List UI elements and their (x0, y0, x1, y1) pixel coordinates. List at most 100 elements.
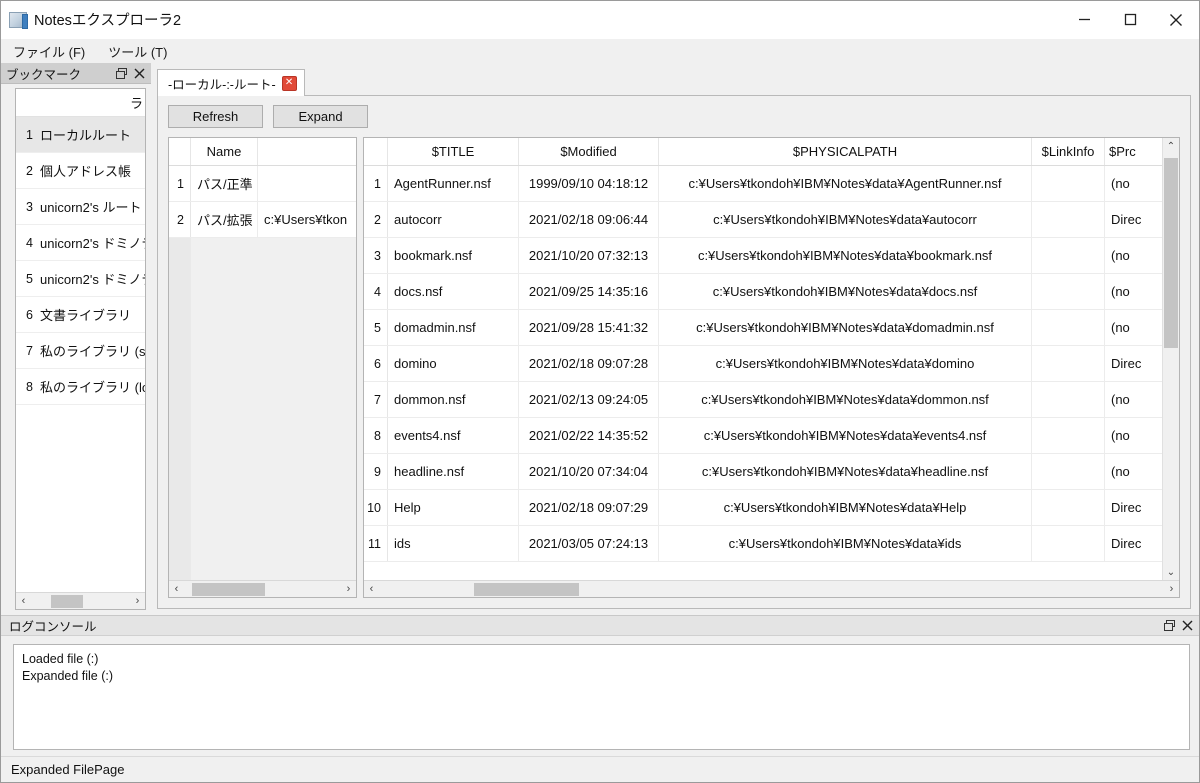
table-row[interactable]: 11 ids 2021/03/05 07:24:13 c:¥Users¥tkon… (364, 526, 1162, 562)
database-grid-columns: $TITLE $Modified $PHYSICALPATH $LinkInfo… (364, 138, 1162, 580)
cell-title: AgentRunner.nsf (388, 166, 519, 201)
cell-title: domino (388, 346, 519, 381)
float-window-icon[interactable] (112, 64, 130, 82)
scrollbar-track[interactable] (379, 581, 1164, 597)
cell-physicalpath: c:¥Users¥tkondoh¥IBM¥Notes¥data¥bookmark… (659, 238, 1032, 273)
list-item[interactable]: 6 文書ライブラリ (16, 297, 145, 333)
list-item[interactable]: 2 個人アドレス帳 (16, 153, 145, 189)
close-button[interactable] (1153, 1, 1199, 38)
table-row[interactable]: 1 AgentRunner.nsf 1999/09/10 04:18:12 c:… (364, 166, 1162, 202)
database-grid-scrollarea: $TITLE $Modified $PHYSICALPATH $LinkInfo… (364, 138, 1179, 580)
list-item[interactable]: 3 unicorn2's ルート (16, 189, 145, 225)
scrollbar-track[interactable] (1163, 154, 1179, 564)
tab-close-icon[interactable]: ✕ (281, 75, 297, 91)
properties-horizontal-scrollbar[interactable]: ‹ › (169, 580, 356, 597)
table-row[interactable]: 2 パス/拡張 c:¥Users¥tkon (169, 202, 356, 238)
database-vertical-scrollbar[interactable]: ⌃ ⌄ (1162, 138, 1179, 580)
close-icon[interactable] (130, 64, 148, 82)
table-row[interactable]: 5 domadmin.nsf 2021/09/28 15:41:32 c:¥Us… (364, 310, 1162, 346)
bookmark-panel-title: ブックマーク (6, 67, 82, 82)
column-header-prc[interactable]: $Prc (1105, 138, 1162, 165)
cell-linkinfo (1032, 166, 1105, 201)
cell-prc: (no (1111, 248, 1130, 263)
menu-item-file[interactable]: ファイル (F) (9, 40, 94, 63)
column-header-value[interactable] (258, 138, 354, 165)
bookmark-label: 個人アドレス帳 (40, 164, 132, 179)
cell-linkinfo (1032, 274, 1105, 309)
property-name: パス/拡張 (191, 202, 258, 237)
column-header-title[interactable]: $TITLE (388, 138, 519, 165)
database-grid[interactable]: $TITLE $Modified $PHYSICALPATH $LinkInfo… (363, 137, 1180, 598)
chevron-left-icon[interactable]: ‹ (16, 594, 31, 609)
list-item[interactable]: 5 unicorn2's ドミノデ (16, 261, 145, 297)
chevron-left-icon[interactable]: ‹ (364, 582, 379, 597)
column-header-rownum[interactable] (169, 138, 191, 165)
tab-local-root[interactable]: -ローカル-:-ルート- ✕ (157, 69, 305, 96)
list-item[interactable]: 1 ローカルルート (16, 117, 145, 153)
close-icon[interactable] (1178, 617, 1196, 635)
properties-grid[interactable]: Name 1 パス/正準 2 パス/拡張 c:¥Users¥tkon ‹ › (168, 137, 357, 598)
column-header-rownum[interactable] (364, 138, 388, 165)
chevron-down-icon[interactable]: ⌄ (1163, 564, 1179, 580)
menu-bar: ファイル (F) ツール (T) (1, 39, 1199, 63)
table-row[interactable]: 6 domino 2021/02/18 09:07:28 c:¥Users¥tk… (364, 346, 1162, 382)
table-row[interactable]: 1 パス/正準 (169, 166, 356, 202)
cell-prc: (no (1111, 392, 1130, 407)
column-header-physicalpath[interactable]: $PHYSICALPATH (659, 138, 1032, 165)
column-header-linkinfo[interactable]: $LinkInfo (1032, 138, 1105, 165)
tab-strip-empty (304, 70, 1191, 96)
bookmark-rows: 1 ローカルルート 2 個人アドレス帳 3 unicorn2's ルート 4 u… (16, 117, 145, 405)
title-bar: Notesエクスプローラ2 (1, 1, 1199, 39)
bookmark-panel: ブックマーク ラ 1 ローカルルート 2 個人アドレス帳 3 unicorn2'… (1, 63, 151, 615)
column-header-name[interactable]: Name (191, 138, 258, 165)
bookmark-horizontal-scrollbar[interactable]: ‹ › (16, 592, 145, 609)
bookmark-grid[interactable]: ラ 1 ローカルルート 2 個人アドレス帳 3 unicorn2's ルート 4… (15, 88, 146, 610)
scrollbar-thumb[interactable] (1164, 158, 1178, 348)
cell-linkinfo (1032, 490, 1105, 525)
scrollbar-thumb[interactable] (192, 582, 265, 596)
list-item[interactable]: 7 私のライブラリ (serv (16, 333, 145, 369)
cell-modified: 2021/10/20 07:32:13 (519, 238, 659, 273)
scrollbar-thumb[interactable] (474, 582, 579, 596)
cell-prc: Direc (1111, 356, 1142, 371)
cell-title: events4.nsf (388, 418, 519, 453)
table-row[interactable]: 4 docs.nsf 2021/09/25 14:35:16 c:¥Users¥… (364, 274, 1162, 310)
scrollbar-track[interactable] (184, 581, 341, 597)
list-item[interactable]: 4 unicorn2's ドミノデ (16, 225, 145, 261)
upper-split: ブックマーク ラ 1 ローカルルート 2 個人アドレス帳 3 unicorn2'… (1, 63, 1199, 615)
list-item[interactable]: 8 私のライブラリ (loca (16, 369, 145, 405)
menu-item-tools[interactable]: ツール (T) (104, 40, 176, 63)
table-row[interactable]: 8 events4.nsf 2021/02/22 14:35:52 c:¥Use… (364, 418, 1162, 454)
row-number: 9 (364, 454, 388, 489)
table-row[interactable]: 7 dommon.nsf 2021/02/13 09:24:05 c:¥User… (364, 382, 1162, 418)
chevron-right-icon[interactable]: › (341, 582, 356, 597)
table-row[interactable]: 10 Help 2021/02/18 09:07:29 c:¥Users¥tko… (364, 490, 1162, 526)
cell-title: headline.nsf (388, 454, 519, 489)
float-window-icon[interactable] (1160, 617, 1178, 635)
bookmark-label: unicorn2's ドミノデ (40, 272, 145, 287)
database-horizontal-scrollbar[interactable]: ‹ › (364, 580, 1179, 597)
chevron-up-icon[interactable]: ⌃ (1163, 138, 1179, 154)
refresh-button[interactable]: Refresh (168, 105, 263, 128)
log-output-text[interactable]: Loaded file (:) Expanded file (:) (13, 644, 1190, 750)
scrollbar-thumb[interactable] (51, 594, 83, 608)
column-header-modified[interactable]: $Modified (519, 138, 659, 165)
maximize-button[interactable] (1107, 1, 1153, 38)
table-row[interactable]: 2 autocorr 2021/02/18 09:06:44 c:¥Users¥… (364, 202, 1162, 238)
cell-prc: Direc (1111, 500, 1142, 515)
cell-modified: 2021/02/13 09:24:05 (519, 382, 659, 417)
table-row[interactable]: 3 bookmark.nsf 2021/10/20 07:32:13 c:¥Us… (364, 238, 1162, 274)
row-number: 4 (364, 274, 388, 309)
minimize-button[interactable] (1061, 1, 1107, 38)
cell-prc: (no (1111, 320, 1130, 335)
cell-linkinfo (1032, 310, 1105, 345)
cell-modified: 2021/02/22 14:35:52 (519, 418, 659, 453)
bookmark-panel-header: ブックマーク (1, 63, 151, 84)
chevron-right-icon[interactable]: › (1164, 582, 1179, 597)
bookmark-grid-header: ラ (16, 89, 145, 117)
chevron-right-icon[interactable]: › (130, 594, 145, 609)
expand-button[interactable]: Expand (273, 105, 368, 128)
chevron-left-icon[interactable]: ‹ (169, 582, 184, 597)
scrollbar-track[interactable] (31, 593, 130, 609)
table-row[interactable]: 9 headline.nsf 2021/10/20 07:34:04 c:¥Us… (364, 454, 1162, 490)
